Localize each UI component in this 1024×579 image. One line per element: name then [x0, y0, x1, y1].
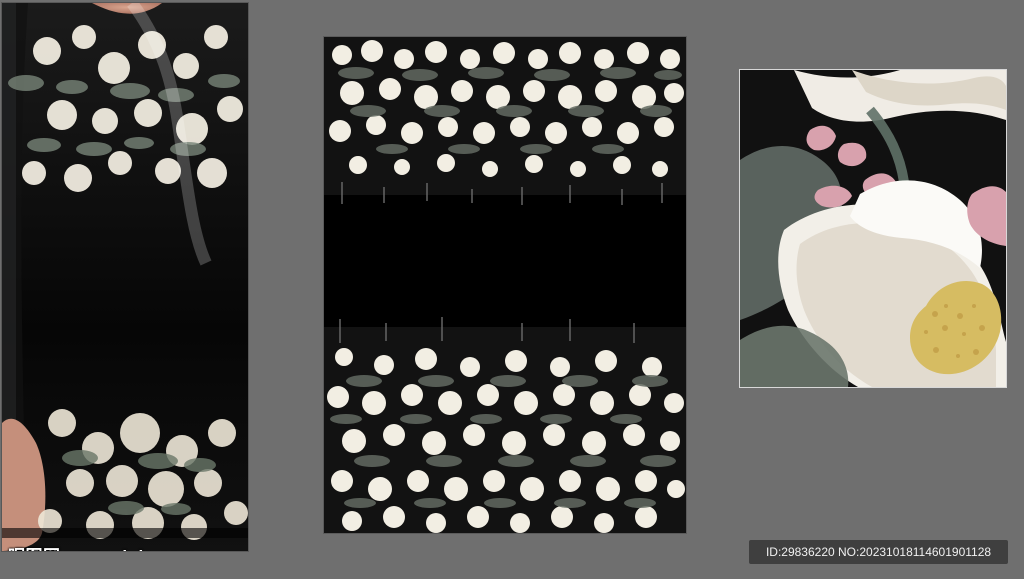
image-id-bar: ID:29836220 NO:20231018114601901128 [749, 540, 1008, 564]
design-canvas: 昵图网 www.nipic.com [0, 0, 1024, 579]
top-flower-band [324, 37, 686, 205]
dress-photo-icon [2, 3, 248, 551]
floral-print-panel [324, 37, 686, 533]
flower-detail-icon [740, 70, 1006, 387]
floral-print-icon [324, 37, 686, 533]
bottom-flower-band [324, 317, 686, 533]
flower-detail-panel [740, 70, 1006, 387]
watermark: 昵图网 www.nipic.com [8, 542, 195, 551]
dress-photo: 昵图网 www.nipic.com [2, 3, 248, 551]
